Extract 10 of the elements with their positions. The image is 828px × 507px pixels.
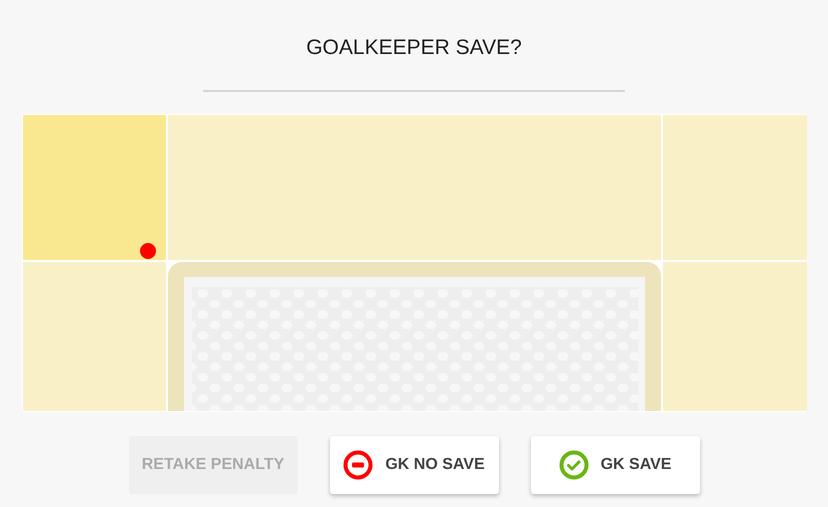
target-zone[interactable] <box>23 115 166 260</box>
target-zone[interactable] <box>663 262 807 411</box>
target-zone[interactable] <box>663 115 807 260</box>
target-zone[interactable] <box>23 262 166 411</box>
target-zone[interactable] <box>168 115 661 260</box>
save-button[interactable]: GK SAVE <box>530 436 700 494</box>
check-circle-icon <box>558 450 589 480</box>
page-title: GOALKEEPER SAVE? <box>306 35 522 61</box>
no-save-button[interactable]: GK NO SAVE <box>330 436 498 494</box>
minus-circle-icon <box>343 450 374 480</box>
